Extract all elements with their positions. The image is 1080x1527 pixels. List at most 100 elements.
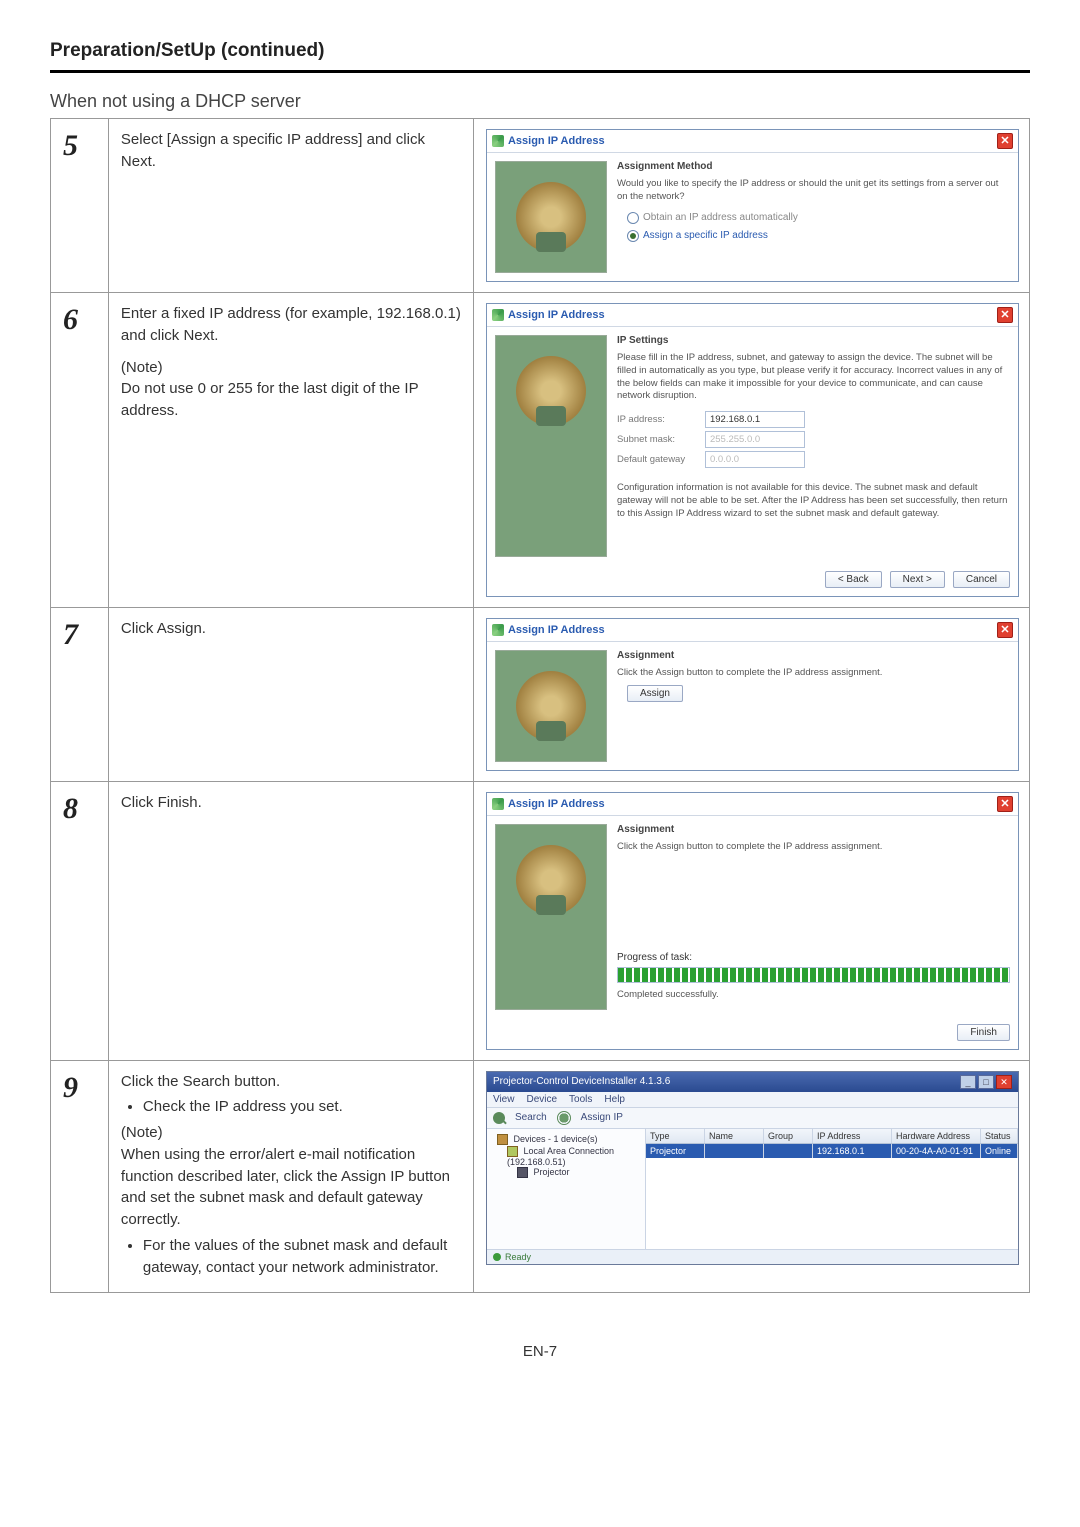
close-icon[interactable]: ✕	[997, 796, 1013, 812]
wizard-dialog: Assign IP Address ✕ IP Settings Please f…	[486, 303, 1019, 597]
divider	[50, 70, 1030, 73]
cancel-button[interactable]: Cancel	[953, 571, 1010, 588]
wizard-text: Click the Assign button to complete the …	[617, 841, 1010, 854]
device-installer-window: Projector-Control DeviceInstaller 4.1.3.…	[486, 1071, 1019, 1265]
close-icon[interactable]: ✕	[997, 133, 1013, 149]
default-gateway-input[interactable]: 0.0.0.0	[705, 451, 805, 468]
devices-icon	[497, 1134, 508, 1145]
note-text: Do not use 0 or 255 for the last digit o…	[121, 378, 461, 422]
dialog-title: Assign IP Address	[508, 309, 605, 321]
menu-device[interactable]: Device	[526, 1094, 557, 1105]
search-button[interactable]: Search	[515, 1112, 547, 1123]
wizard-text: Please fill in the IP address, subnet, a…	[617, 352, 1010, 403]
page-title: Preparation/SetUp (continued)	[50, 40, 1030, 62]
step-row: 7 Click Assign. Assign IP Address ✕ Assi…	[51, 608, 1030, 782]
field-label: IP address:	[617, 414, 697, 425]
step-number: 7	[51, 608, 109, 782]
step-number: 6	[51, 293, 109, 608]
step-number: 5	[51, 119, 109, 293]
wizard-graphic	[495, 161, 607, 273]
step-text: Select [Assign a specific IP address] an…	[121, 131, 425, 170]
subnet-mask-input[interactable]: 255.255.0.0	[705, 431, 805, 448]
dialog-titlebar: Assign IP Address ✕	[487, 619, 1018, 642]
app-titlebar: Projector-Control DeviceInstaller 4.1.3.…	[487, 1072, 1018, 1092]
subnet-mask-row: Subnet mask: 255.255.0.0	[617, 431, 1010, 448]
wizard-graphic	[495, 824, 607, 1010]
step-row: 6 Enter a fixed IP address (for example,…	[51, 293, 1030, 608]
globe-icon	[557, 1111, 571, 1125]
grid-row[interactable]: Projector 192.168.0.1 00-20-4A-A0-01-91 …	[646, 1144, 1018, 1158]
app-icon	[492, 798, 504, 810]
minimize-icon[interactable]: _	[960, 1075, 976, 1089]
assign-ip-button[interactable]: Assign IP	[581, 1112, 623, 1123]
page-number: EN-7	[50, 1343, 1030, 1360]
wizard-dialog: Assign IP Address ✕ Assignment Method Wo…	[486, 129, 1019, 282]
wizard-heading: Assignment Method	[617, 161, 1010, 172]
wizard-heading: Assignment	[617, 824, 1010, 835]
finish-button[interactable]: Finish	[957, 1024, 1010, 1041]
dialog-titlebar: Assign IP Address ✕	[487, 130, 1018, 153]
close-icon[interactable]: ✕	[997, 307, 1013, 323]
step-text: Click Assign.	[121, 620, 206, 637]
step-description: Click the Search button. Check the IP ad…	[108, 1060, 473, 1293]
wizard-graphic	[495, 650, 607, 762]
progress-label: Progress of task:	[617, 952, 1010, 963]
dialog-titlebar: Assign IP Address ✕	[487, 793, 1018, 816]
dialog-title: Assign IP Address	[508, 624, 605, 636]
default-gateway-row: Default gateway 0.0.0.0	[617, 451, 1010, 468]
grid-header: Type Name Group IP Address Hardware Addr…	[646, 1129, 1018, 1144]
tree-label: Projector	[533, 1167, 569, 1177]
progress-bar	[617, 967, 1010, 983]
status-dot-icon	[493, 1253, 501, 1261]
wizard-graphic	[495, 335, 607, 557]
tree-connection[interactable]: Local Area Connection (192.168.0.51)	[491, 1146, 641, 1167]
section-subtitle: When not using a DHCP server	[50, 91, 1030, 112]
wizard-text: Would you like to specify the IP address…	[617, 178, 1010, 204]
wizard-dialog: Assign IP Address ✕ Assignment Click the…	[486, 792, 1019, 1050]
cell-hw: 00-20-4A-A0-01-91	[892, 1144, 981, 1158]
ip-address-input[interactable]: 192.168.0.1	[705, 411, 805, 428]
status-bar: Ready	[487, 1249, 1018, 1264]
back-button[interactable]: < Back	[825, 571, 882, 588]
next-button[interactable]: Next >	[890, 571, 945, 588]
step-description: Click Finish.	[108, 782, 473, 1061]
close-icon[interactable]: ✕	[997, 622, 1013, 638]
step-description: Click Assign.	[108, 608, 473, 782]
steps-table: 5 Select [Assign a specific IP address] …	[50, 118, 1030, 1293]
col-group[interactable]: Group	[764, 1129, 813, 1143]
tree-device[interactable]: Projector	[491, 1167, 641, 1178]
note-text: When using the error/alert e-mail notifi…	[121, 1144, 461, 1231]
col-ip[interactable]: IP Address	[813, 1129, 892, 1143]
cell-name	[705, 1144, 764, 1158]
col-name[interactable]: Name	[705, 1129, 764, 1143]
col-hw[interactable]: Hardware Address	[892, 1129, 981, 1143]
device-tree: Devices - 1 device(s) Local Area Connect…	[487, 1129, 646, 1249]
radio-obtain-auto[interactable]: Obtain an IP address automatically	[627, 212, 1010, 224]
tree-label: Devices - 1 device(s)	[513, 1134, 597, 1144]
menu-tools[interactable]: Tools	[569, 1094, 592, 1105]
maximize-icon[interactable]: □	[978, 1075, 994, 1089]
col-status[interactable]: Status	[981, 1129, 1018, 1143]
cell-ip: 192.168.0.1	[813, 1144, 892, 1158]
radio-assign-specific[interactable]: Assign a specific IP address	[627, 230, 1010, 242]
dialog-title: Assign IP Address	[508, 798, 605, 810]
wizard-dialog: Assign IP Address ✕ Assignment Click the…	[486, 618, 1019, 771]
app-icon	[492, 624, 504, 636]
cell-group	[764, 1144, 813, 1158]
col-type[interactable]: Type	[646, 1129, 705, 1143]
ip-address-row: IP address: 192.168.0.1	[617, 411, 1010, 428]
close-icon[interactable]: ✕	[996, 1075, 1012, 1089]
radio-label: Obtain an IP address automatically	[643, 212, 798, 223]
menu-view[interactable]: View	[493, 1094, 515, 1105]
app-icon	[492, 135, 504, 147]
note-label: (Note)	[121, 357, 461, 379]
tree-label: Local Area Connection (192.168.0.51)	[507, 1146, 614, 1167]
radio-icon	[627, 212, 639, 224]
menu-help[interactable]: Help	[604, 1094, 625, 1105]
app-title: Projector-Control DeviceInstaller 4.1.3.…	[493, 1076, 670, 1087]
progress-status: Completed successfully.	[617, 989, 1010, 1002]
cell-status: Online	[981, 1144, 1018, 1158]
assign-button[interactable]: Assign	[627, 685, 683, 702]
tree-root[interactable]: Devices - 1 device(s)	[491, 1133, 641, 1147]
cell-type: Projector	[646, 1144, 705, 1158]
